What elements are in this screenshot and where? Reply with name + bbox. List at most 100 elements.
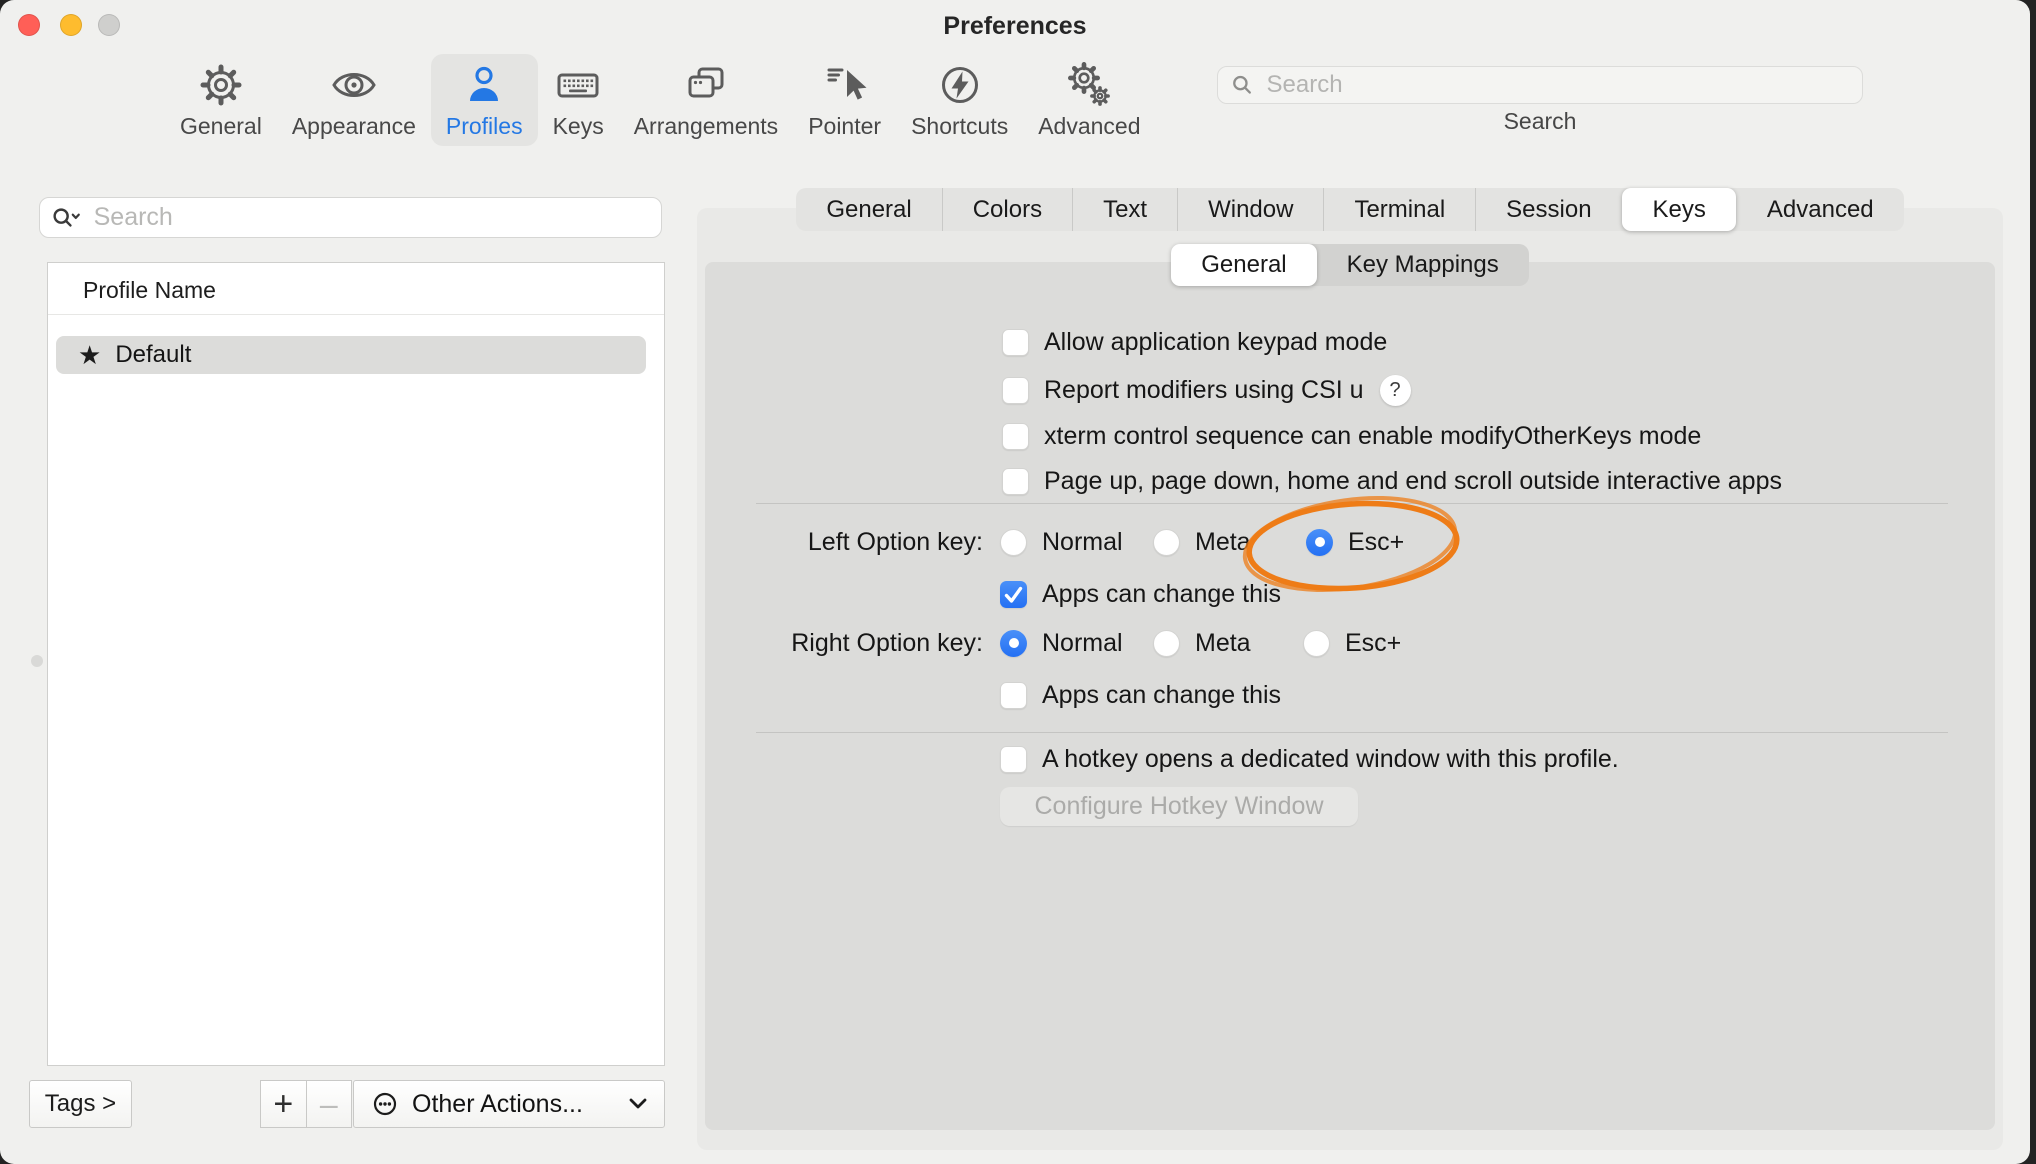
gears-icon	[1064, 60, 1114, 110]
toolbar-label-general: General	[180, 113, 262, 140]
toolbar-item-advanced[interactable]: Advanced	[1023, 54, 1155, 146]
tab-colors[interactable]: Colors	[942, 188, 1072, 231]
toolbar-label-keys: Keys	[553, 113, 604, 140]
radio-right-esc[interactable]	[1303, 630, 1330, 657]
toolbar-label-profiles: Profiles	[446, 113, 523, 140]
toolbar-item-profiles[interactable]: Profiles	[431, 54, 538, 146]
tab-window[interactable]: Window	[1177, 188, 1323, 231]
eye-icon	[329, 60, 379, 110]
person-icon	[459, 60, 509, 110]
gear-icon	[196, 60, 246, 110]
toolbar-item-keys[interactable]: Keys	[538, 54, 619, 146]
checkbox-label: Report modifiers using CSI u	[1044, 376, 1364, 405]
toolbar-item-pointer[interactable]: Pointer	[793, 54, 896, 146]
configure-hotkey-window-button: Configure Hotkey Window	[1000, 787, 1358, 826]
toolbar-item-shortcuts[interactable]: Shortcuts	[896, 54, 1023, 146]
toolbar: General Appearance Profiles	[165, 54, 1156, 146]
checkbox-label: Allow application keypad mode	[1044, 328, 1387, 357]
section-divider	[756, 732, 1948, 733]
add-profile-button[interactable]: +	[260, 1080, 306, 1128]
toolbar-label-pointer: Pointer	[808, 113, 881, 140]
tags-button-label: Tags >	[45, 1090, 116, 1118]
tab-text[interactable]: Text	[1072, 188, 1177, 231]
checkbox-row-keypad-mode[interactable]: Allow application keypad mode	[1002, 327, 1387, 357]
remove-profile-button: –	[306, 1080, 353, 1128]
profile-tabbar: General Colors Text Window Terminal Sess…	[796, 188, 1903, 231]
profile-search-field[interactable]	[39, 197, 662, 238]
left-option-key-label: Left Option key:	[697, 527, 983, 557]
checkbox-label: xterm control sequence can enable modify…	[1044, 422, 1701, 451]
toolbar-search-field[interactable]	[1217, 66, 1863, 104]
profile-search-input[interactable]	[92, 202, 651, 233]
checkbox-hotkey-window[interactable]	[1000, 746, 1027, 773]
radio-left-meta[interactable]	[1153, 529, 1180, 556]
keyboard-icon	[553, 60, 603, 110]
right-option-esc[interactable]: Esc+	[1303, 628, 1401, 658]
tab-keys[interactable]: Keys	[1622, 188, 1736, 231]
checkmark-icon	[1000, 581, 1027, 608]
radio-left-esc[interactable]	[1306, 529, 1333, 556]
right-option-meta[interactable]: Meta	[1153, 628, 1251, 658]
toolbar-search-input[interactable]	[1265, 70, 1850, 100]
checkbox-row-csi-u[interactable]: Report modifiers using CSI u ?	[1002, 375, 1411, 405]
radio-right-meta[interactable]	[1153, 630, 1180, 657]
checkbox-csi-u[interactable]	[1002, 377, 1029, 404]
toolbar-label-advanced: Advanced	[1038, 113, 1140, 140]
checkbox-keypad-mode[interactable]	[1002, 329, 1029, 356]
keys-subtabs: General Key Mappings	[1171, 244, 1528, 286]
tab-advanced[interactable]: Advanced	[1736, 188, 1904, 231]
radio-left-normal[interactable]	[1000, 529, 1027, 556]
other-actions-dropdown[interactable]: Other Actions...	[353, 1080, 665, 1128]
search-menu-icon	[50, 203, 82, 233]
profile-row-default[interactable]: ★ Default	[56, 336, 646, 374]
left-option-normal[interactable]: Normal	[1000, 527, 1123, 557]
bolt-circle-icon	[935, 60, 985, 110]
other-actions-label: Other Actions...	[412, 1090, 628, 1119]
checkbox-page-scroll[interactable]	[1002, 468, 1029, 495]
toolbar-item-arrangements[interactable]: Arrangements	[619, 54, 793, 146]
tab-general[interactable]: General	[796, 188, 941, 231]
checkbox-row-page-scroll[interactable]: Page up, page down, home and end scroll …	[1002, 466, 1782, 496]
star-icon: ★	[78, 342, 101, 368]
left-apps-can-change[interactable]: Apps can change this	[1000, 579, 1281, 609]
profile-list-header: Profile Name	[83, 277, 216, 304]
help-button[interactable]: ?	[1380, 375, 1411, 406]
cursor-icon	[820, 60, 870, 110]
radio-right-normal[interactable]	[1000, 630, 1027, 657]
toolbar-item-appearance[interactable]: Appearance	[277, 54, 431, 146]
toolbar-label-appearance: Appearance	[292, 113, 416, 140]
toolbar-item-general[interactable]: General	[165, 54, 277, 146]
left-option-meta[interactable]: Meta	[1153, 527, 1251, 557]
subtab-key-mappings[interactable]: Key Mappings	[1317, 244, 1529, 286]
splitter-handle[interactable]	[31, 655, 43, 667]
toolbar-label-shortcuts: Shortcuts	[911, 113, 1008, 140]
hotkey-checkbox-row[interactable]: A hotkey opens a dedicated window with t…	[1000, 744, 1619, 774]
toolbar-search-caption: Search	[1217, 108, 1863, 135]
subtab-general[interactable]: General	[1171, 244, 1316, 286]
preferences-window: Preferences General Appearance	[0, 0, 2030, 1164]
tab-terminal[interactable]: Terminal	[1323, 188, 1475, 231]
right-apps-can-change[interactable]: Apps can change this	[1000, 680, 1281, 710]
right-option-normal[interactable]: Normal	[1000, 628, 1123, 658]
profile-name: Default	[115, 341, 191, 369]
tags-button[interactable]: Tags >	[29, 1080, 132, 1128]
left-option-esc[interactable]: Esc+	[1306, 527, 1404, 557]
checkbox-label: Page up, page down, home and end scroll …	[1044, 467, 1782, 496]
minus-icon: –	[320, 1086, 338, 1123]
tab-session[interactable]: Session	[1475, 188, 1621, 231]
list-header-divider	[48, 314, 664, 315]
checkbox-left-apps-change[interactable]	[1000, 581, 1027, 608]
toolbar-label-arrangements: Arrangements	[634, 113, 778, 140]
search-icon	[1230, 72, 1255, 98]
keys-subtab-wrap: General Key Mappings	[697, 244, 2003, 286]
checkbox-modifyotherkeys[interactable]	[1002, 423, 1029, 450]
checkbox-row-modifyotherkeys[interactable]: xterm control sequence can enable modify…	[1002, 421, 1701, 451]
add-remove-group: + –	[260, 1080, 352, 1128]
windows-icon	[681, 60, 731, 110]
profile-list: Profile Name ★ Default	[47, 262, 665, 1066]
window-title: Preferences	[0, 12, 2030, 41]
chevron-down-icon	[628, 1097, 648, 1111]
plus-icon: +	[273, 1085, 293, 1124]
right-option-key-label: Right Option key:	[697, 628, 983, 658]
checkbox-right-apps-change[interactable]	[1000, 682, 1027, 709]
